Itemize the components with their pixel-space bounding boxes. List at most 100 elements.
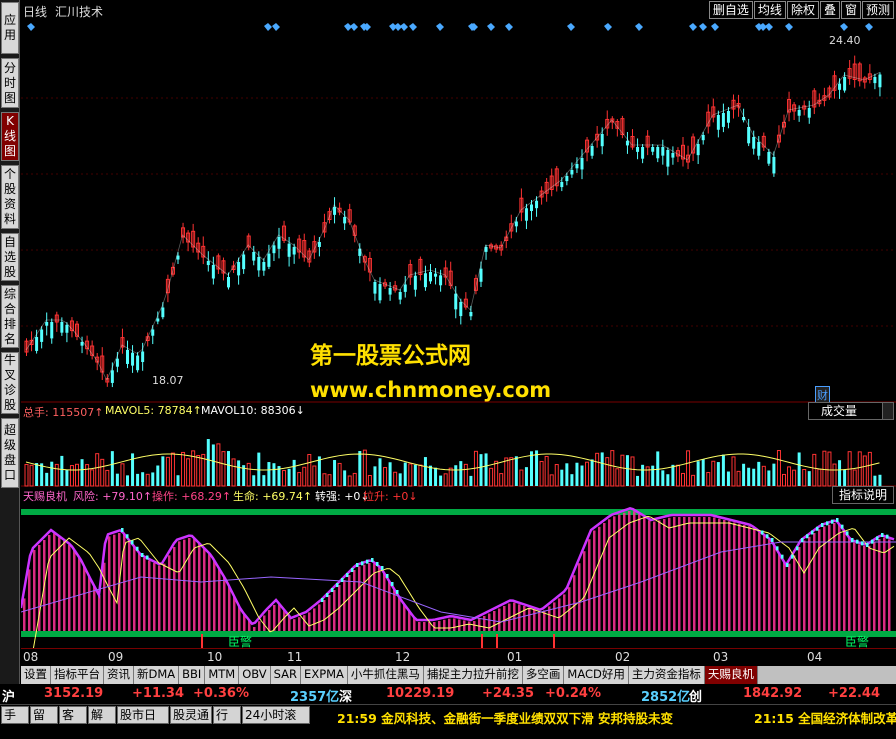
indicator-tab[interactable]: MTM	[205, 666, 240, 684]
sidebar-tab-char: 超	[3, 423, 16, 437]
volume-bar	[706, 472, 711, 487]
indicator-tab[interactable]: 主力资金指标	[628, 666, 705, 684]
indicator-tab[interactable]: 捕捉主力拉升前挖	[423, 666, 523, 684]
bottom-button[interactable]: 留言	[30, 706, 58, 738]
indicator-tab[interactable]: 新DMA	[134, 666, 180, 684]
indicator-bar	[713, 517, 716, 631]
sidebar-tab-char: 股	[3, 264, 16, 279]
sidebar-tab-2[interactable]: K线图	[1, 112, 19, 161]
select-arrow-icon[interactable]	[882, 402, 894, 420]
indicator-bar	[213, 560, 216, 631]
indicator-bar	[318, 604, 321, 631]
bottom-button[interactable]: 手机	[1, 706, 29, 738]
indicator-bar	[208, 554, 211, 631]
indicator-bar	[633, 511, 636, 631]
indicator-dot	[771, 538, 774, 542]
indicator-bar	[218, 568, 221, 631]
indicator-tab[interactable]: 天赐良机	[704, 666, 758, 684]
sz-amount: 2852亿	[641, 690, 691, 705]
volume-bar	[822, 450, 827, 487]
indicator-dot	[361, 561, 364, 566]
toolbar-button-2[interactable]: 除权	[786, 1, 819, 19]
indicator-tab[interactable]: MACD好用	[564, 666, 629, 684]
volume-bar	[54, 463, 59, 487]
indicator-tab[interactable]: 资讯	[104, 666, 134, 684]
candle-body	[267, 253, 271, 267]
toolbar-button-5[interactable]: 预测	[861, 1, 894, 19]
volume-bar	[297, 472, 302, 487]
sidebar-tab-0[interactable]: 应用	[1, 2, 19, 54]
sidebar-tab-3[interactable]: 个股资料	[1, 165, 19, 229]
bottom-button[interactable]: 股灵通	[170, 706, 212, 724]
candle-body	[156, 318, 160, 322]
indicator-tab[interactable]: OBV	[239, 666, 271, 684]
candle-body	[747, 127, 751, 144]
toolbar-button-4[interactable]: 窗	[840, 1, 861, 19]
indicator-dot	[806, 534, 809, 539]
volume-bar	[620, 454, 625, 487]
indicator-tab[interactable]: 多空画	[522, 666, 565, 684]
volume-bar	[651, 465, 655, 486]
date-axis: 08 09 10 11 12 01 02 03 04	[21, 648, 896, 664]
indicator-tab[interactable]: 指标平台	[51, 666, 104, 684]
indicator-bar	[403, 604, 406, 631]
sidebar-tab-1[interactable]: 分时图	[1, 58, 19, 108]
indicator-select[interactable]: 成交量	[808, 402, 890, 420]
indicator-bar	[28, 569, 31, 631]
bottom-button[interactable]: 股市日记	[117, 706, 169, 738]
sidebar-tab-char: 自	[3, 234, 16, 249]
sh-index[interactable]: 3152.19	[44, 686, 103, 701]
news-scroll-1[interactable]: 21:59 金风科技、金融街一季度业绩双双下滑 安邦持股未变	[337, 708, 673, 727]
volume-bar	[873, 475, 877, 486]
indicator-dot	[366, 559, 369, 564]
volume-bar	[131, 453, 135, 486]
volume-bar	[681, 472, 685, 487]
toolbar-button-1[interactable]: 均线	[753, 1, 786, 19]
volume-bar	[231, 458, 236, 487]
volume-bar	[797, 452, 801, 486]
candle-body	[570, 170, 574, 175]
indicator-bar	[168, 555, 171, 631]
sidebar-tab-6[interactable]: 牛叉诊股	[1, 352, 19, 414]
indicator-tab[interactable]: 设置	[21, 666, 51, 684]
volume-bar	[686, 450, 691, 487]
indicator-tab[interactable]: BBI	[179, 666, 206, 684]
sidebar-tab-7[interactable]: 超级盘口	[1, 418, 19, 488]
volume-bar	[170, 452, 175, 487]
bottom-button[interactable]: 24小时滚动	[242, 706, 310, 738]
indicator-bar	[228, 586, 231, 631]
bottom-button[interactable]: 客服	[59, 706, 87, 738]
sidebar-tab-4[interactable]: 自选股	[1, 233, 19, 281]
toolbar-button-0[interactable]: 删自选	[708, 1, 753, 19]
news-scroll-2[interactable]: 21:15 全国经济体制改革	[754, 708, 896, 727]
volume-bar	[161, 456, 165, 486]
volume-bar	[252, 475, 256, 486]
candle-body	[277, 237, 281, 249]
indicator-bar	[68, 544, 71, 631]
period-label[interactable]: 日线	[23, 3, 47, 20]
indicator-tab[interactable]: 小牛抓住黑马	[347, 666, 424, 684]
volume-bar	[570, 474, 574, 486]
indicator-dot	[766, 534, 769, 539]
candle-body	[115, 358, 119, 367]
volume-bar	[40, 463, 44, 486]
indicator-bar	[483, 616, 486, 631]
sidebar-tab-5[interactable]: 综合排名	[1, 285, 19, 348]
candle-body	[807, 108, 811, 118]
candle-body	[873, 77, 877, 84]
bottom-button[interactable]: 解盘	[88, 706, 116, 738]
sidebar-tab-char: 综	[3, 286, 16, 301]
sz-index[interactable]: 10229.19	[386, 686, 454, 701]
volume-bar	[90, 469, 95, 487]
indicator-bar	[98, 595, 101, 631]
bottom-button[interactable]: 行情	[213, 706, 241, 738]
indicator-help-button[interactable]: 指标说明	[832, 486, 894, 504]
indicator-bar	[358, 566, 361, 631]
volume-bar	[35, 463, 39, 486]
indicator-tab[interactable]: EXPMA	[301, 666, 348, 684]
volume-bar	[110, 451, 114, 486]
indicator-tab[interactable]: SAR	[270, 666, 302, 684]
cy-index[interactable]: 1842.92	[743, 686, 802, 701]
sidebar-tab-char: 选	[3, 249, 16, 264]
toolbar-button-3[interactable]: 叠	[819, 1, 840, 19]
